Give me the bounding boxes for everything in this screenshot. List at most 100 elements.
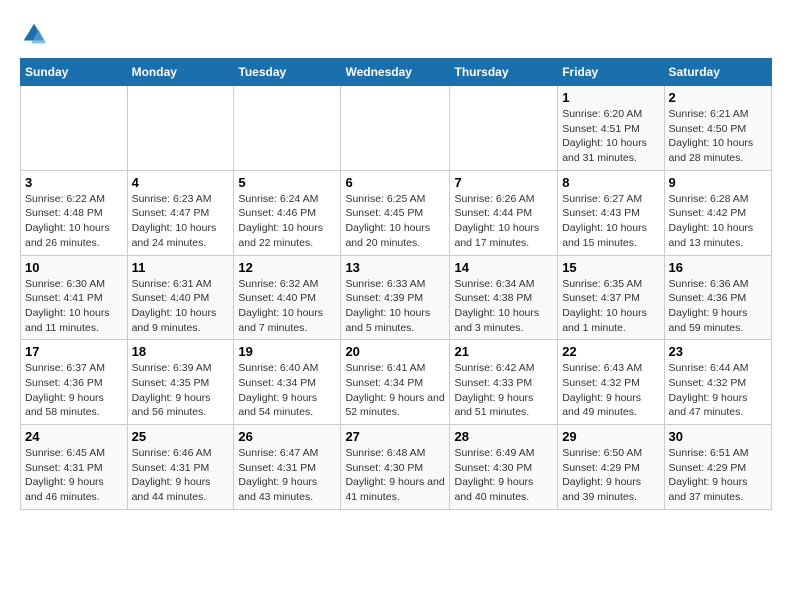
weekday-header-row: SundayMondayTuesdayWednesdayThursdayFrid… bbox=[21, 59, 772, 86]
day-info: Sunrise: 6:47 AM Sunset: 4:31 PM Dayligh… bbox=[238, 446, 336, 505]
day-number: 26 bbox=[238, 429, 336, 444]
day-info: Sunrise: 6:34 AM Sunset: 4:38 PM Dayligh… bbox=[454, 277, 553, 336]
day-info: Sunrise: 6:46 AM Sunset: 4:31 PM Dayligh… bbox=[132, 446, 230, 505]
day-number: 24 bbox=[25, 429, 123, 444]
day-info: Sunrise: 6:33 AM Sunset: 4:39 PM Dayligh… bbox=[345, 277, 445, 336]
day-number: 25 bbox=[132, 429, 230, 444]
calendar-cell bbox=[341, 86, 450, 171]
day-info: Sunrise: 6:27 AM Sunset: 4:43 PM Dayligh… bbox=[562, 192, 659, 251]
calendar-cell: 14 Sunrise: 6:34 AM Sunset: 4:38 PM Dayli… bbox=[450, 255, 558, 340]
day-info: Sunrise: 6:50 AM Sunset: 4:29 PM Dayligh… bbox=[562, 446, 659, 505]
day-info: Sunrise: 6:48 AM Sunset: 4:30 PM Dayligh… bbox=[345, 446, 445, 505]
calendar-cell: 5 Sunrise: 6:24 AM Sunset: 4:46 PM Daylig… bbox=[234, 170, 341, 255]
calendar-table: SundayMondayTuesdayWednesdayThursdayFrid… bbox=[20, 58, 772, 510]
day-number: 12 bbox=[238, 260, 336, 275]
day-number: 3 bbox=[25, 175, 123, 190]
day-info: Sunrise: 6:22 AM Sunset: 4:48 PM Dayligh… bbox=[25, 192, 123, 251]
day-info: Sunrise: 6:20 AM Sunset: 4:51 PM Dayligh… bbox=[562, 107, 659, 166]
calendar-cell: 30 Sunrise: 6:51 AM Sunset: 4:29 PM Dayli… bbox=[664, 425, 771, 510]
calendar-cell: 17 Sunrise: 6:37 AM Sunset: 4:36 PM Dayli… bbox=[21, 340, 128, 425]
weekday-header-monday: Monday bbox=[127, 59, 234, 86]
day-info: Sunrise: 6:40 AM Sunset: 4:34 PM Dayligh… bbox=[238, 361, 336, 420]
day-number: 2 bbox=[669, 90, 767, 105]
calendar-cell bbox=[127, 86, 234, 171]
calendar-cell: 18 Sunrise: 6:39 AM Sunset: 4:35 PM Dayli… bbox=[127, 340, 234, 425]
day-number: 5 bbox=[238, 175, 336, 190]
day-number: 17 bbox=[25, 344, 123, 359]
day-info: Sunrise: 6:39 AM Sunset: 4:35 PM Dayligh… bbox=[132, 361, 230, 420]
day-number: 22 bbox=[562, 344, 659, 359]
page-header bbox=[20, 20, 772, 48]
day-number: 23 bbox=[669, 344, 767, 359]
calendar-cell: 29 Sunrise: 6:50 AM Sunset: 4:29 PM Dayli… bbox=[558, 425, 664, 510]
day-number: 9 bbox=[669, 175, 767, 190]
calendar-cell: 12Sunrise: 6:32 AM Sunset: 4:40 PM Dayli… bbox=[234, 255, 341, 340]
day-info: Sunrise: 6:41 AM Sunset: 4:34 PM Dayligh… bbox=[345, 361, 445, 420]
day-number: 15 bbox=[562, 260, 659, 275]
weekday-header-thursday: Thursday bbox=[450, 59, 558, 86]
day-number: 29 bbox=[562, 429, 659, 444]
weekday-header-saturday: Saturday bbox=[664, 59, 771, 86]
calendar-cell bbox=[450, 86, 558, 171]
calendar-cell: 13 Sunrise: 6:33 AM Sunset: 4:39 PM Dayli… bbox=[341, 255, 450, 340]
calendar-cell: 27 Sunrise: 6:48 AM Sunset: 4:30 PM Dayli… bbox=[341, 425, 450, 510]
day-number: 21 bbox=[454, 344, 553, 359]
calendar-cell: 26 Sunrise: 6:47 AM Sunset: 4:31 PM Dayli… bbox=[234, 425, 341, 510]
calendar-cell: 25 Sunrise: 6:46 AM Sunset: 4:31 PM Dayli… bbox=[127, 425, 234, 510]
day-number: 11 bbox=[132, 260, 230, 275]
calendar-cell: 24 Sunrise: 6:45 AM Sunset: 4:31 PM Dayli… bbox=[21, 425, 128, 510]
calendar-cell: 22 Sunrise: 6:43 AM Sunset: 4:32 PM Dayli… bbox=[558, 340, 664, 425]
calendar-cell: 23 Sunrise: 6:44 AM Sunset: 4:32 PM Dayli… bbox=[664, 340, 771, 425]
calendar-cell: 3 Sunrise: 6:22 AM Sunset: 4:48 PM Daylig… bbox=[21, 170, 128, 255]
day-number: 1 bbox=[562, 90, 659, 105]
calendar-cell: 11 Sunrise: 6:31 AM Sunset: 4:40 PM Dayli… bbox=[127, 255, 234, 340]
day-number: 30 bbox=[669, 429, 767, 444]
day-info: Sunrise: 6:49 AM Sunset: 4:30 PM Dayligh… bbox=[454, 446, 553, 505]
day-info: Sunrise: 6:26 AM Sunset: 4:44 PM Dayligh… bbox=[454, 192, 553, 251]
calendar-cell bbox=[21, 86, 128, 171]
day-info: Sunrise: 6:37 AM Sunset: 4:36 PM Dayligh… bbox=[25, 361, 123, 420]
day-info: Sunrise: 6:35 AM Sunset: 4:37 PM Dayligh… bbox=[562, 277, 659, 336]
day-number: 16 bbox=[669, 260, 767, 275]
day-number: 20 bbox=[345, 344, 445, 359]
calendar-cell: 21Sunrise: 6:42 AM Sunset: 4:33 PM Dayli… bbox=[450, 340, 558, 425]
day-number: 27 bbox=[345, 429, 445, 444]
calendar-week-1: 1 Sunrise: 6:20 AM Sunset: 4:51 PM Daylig… bbox=[21, 86, 772, 171]
calendar-cell: 10Sunrise: 6:30 AM Sunset: 4:41 PM Dayli… bbox=[21, 255, 128, 340]
day-number: 4 bbox=[132, 175, 230, 190]
calendar-cell bbox=[234, 86, 341, 171]
weekday-header-sunday: Sunday bbox=[21, 59, 128, 86]
calendar-cell: 9Sunrise: 6:28 AM Sunset: 4:42 PM Daylig… bbox=[664, 170, 771, 255]
day-info: Sunrise: 6:24 AM Sunset: 4:46 PM Dayligh… bbox=[238, 192, 336, 251]
calendar-cell: 15 Sunrise: 6:35 AM Sunset: 4:37 PM Dayli… bbox=[558, 255, 664, 340]
calendar-cell: 1 Sunrise: 6:20 AM Sunset: 4:51 PM Daylig… bbox=[558, 86, 664, 171]
calendar-cell: 20 Sunrise: 6:41 AM Sunset: 4:34 PM Dayli… bbox=[341, 340, 450, 425]
calendar-cell: 19 Sunrise: 6:40 AM Sunset: 4:34 PM Dayli… bbox=[234, 340, 341, 425]
day-number: 7 bbox=[454, 175, 553, 190]
calendar-cell: 7 Sunrise: 6:26 AM Sunset: 4:44 PM Daylig… bbox=[450, 170, 558, 255]
day-number: 13 bbox=[345, 260, 445, 275]
day-number: 10 bbox=[25, 260, 123, 275]
day-info: Sunrise: 6:21 AM Sunset: 4:50 PM Dayligh… bbox=[669, 107, 767, 166]
calendar-cell: 28Sunrise: 6:49 AM Sunset: 4:30 PM Dayli… bbox=[450, 425, 558, 510]
calendar-body: 1 Sunrise: 6:20 AM Sunset: 4:51 PM Daylig… bbox=[21, 86, 772, 510]
day-info: Sunrise: 6:25 AM Sunset: 4:45 PM Dayligh… bbox=[345, 192, 445, 251]
calendar-week-5: 24 Sunrise: 6:45 AM Sunset: 4:31 PM Dayli… bbox=[21, 425, 772, 510]
day-info: Sunrise: 6:51 AM Sunset: 4:29 PM Dayligh… bbox=[669, 446, 767, 505]
logo-icon bbox=[20, 20, 48, 48]
calendar-week-3: 10Sunrise: 6:30 AM Sunset: 4:41 PM Dayli… bbox=[21, 255, 772, 340]
day-number: 18 bbox=[132, 344, 230, 359]
logo bbox=[20, 20, 52, 48]
day-info: Sunrise: 6:44 AM Sunset: 4:32 PM Dayligh… bbox=[669, 361, 767, 420]
weekday-header-tuesday: Tuesday bbox=[234, 59, 341, 86]
day-info: Sunrise: 6:43 AM Sunset: 4:32 PM Dayligh… bbox=[562, 361, 659, 420]
calendar-header: SundayMondayTuesdayWednesdayThursdayFrid… bbox=[21, 59, 772, 86]
day-info: Sunrise: 6:36 AM Sunset: 4:36 PM Dayligh… bbox=[669, 277, 767, 336]
weekday-header-wednesday: Wednesday bbox=[341, 59, 450, 86]
day-info: Sunrise: 6:31 AM Sunset: 4:40 PM Dayligh… bbox=[132, 277, 230, 336]
day-info: Sunrise: 6:45 AM Sunset: 4:31 PM Dayligh… bbox=[25, 446, 123, 505]
day-number: 14 bbox=[454, 260, 553, 275]
weekday-header-friday: Friday bbox=[558, 59, 664, 86]
day-number: 19 bbox=[238, 344, 336, 359]
calendar-cell: 6Sunrise: 6:25 AM Sunset: 4:45 PM Daylig… bbox=[341, 170, 450, 255]
